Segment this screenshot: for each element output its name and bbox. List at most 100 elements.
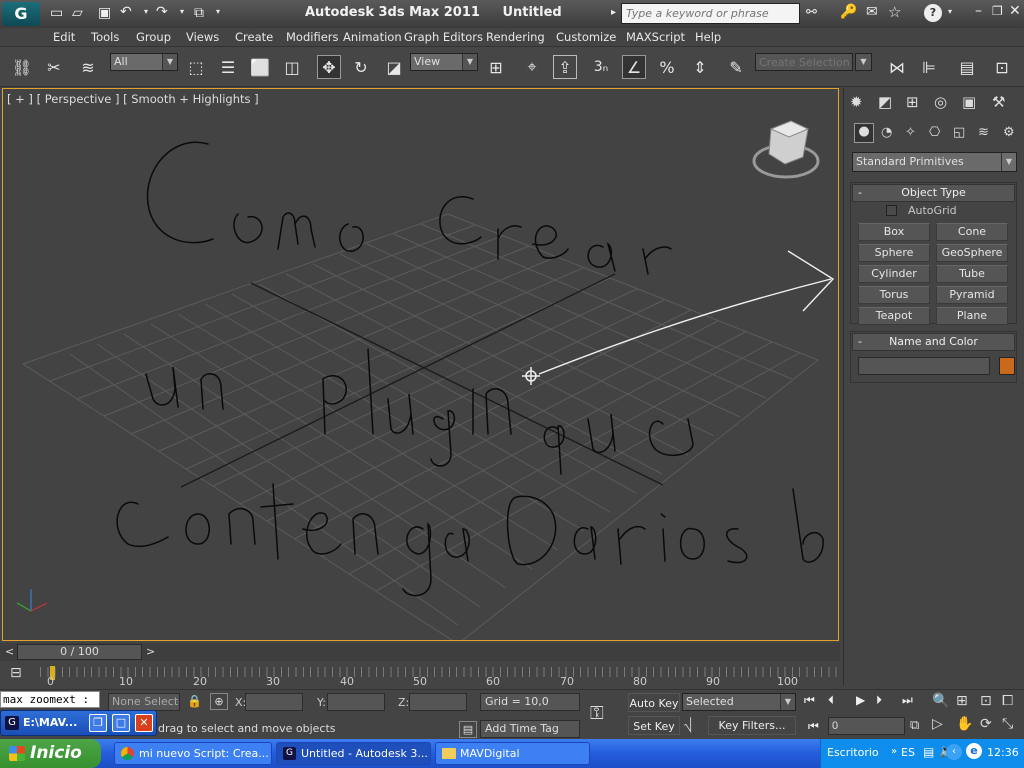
taskbar-item-3dsmax[interactable]: G Untitled - Autodesk 3... [276, 742, 431, 765]
ref-coord-dropdown[interactable]: View ▼ [410, 53, 478, 71]
go-to-start-icon[interactable]: ⏮ [804, 693, 815, 708]
modify-tab-icon[interactable]: ◩ [878, 93, 892, 111]
taskbar-item-chrome[interactable]: mi nuevo Script: Crea... [114, 742, 272, 765]
help-icon[interactable]: ? [924, 4, 942, 22]
y-coord-input[interactable] [327, 693, 385, 711]
new-file-icon[interactable]: ▭ [50, 5, 63, 21]
tray-expand-icon[interactable]: ‹ [946, 744, 962, 760]
pivot-icon[interactable]: ⊞ [484, 55, 508, 79]
motion-tab-icon[interactable]: ◎ [934, 93, 947, 111]
help-dropdown-icon[interactable]: ▾ [948, 7, 952, 16]
track-bar[interactable]: ⊟ 0 10 20 30 40 50 60 70 80 90 100 [0, 661, 840, 689]
search-input[interactable] [621, 3, 800, 24]
cameras-icon[interactable]: ⎔ [929, 125, 940, 140]
toolbar-expand-icon[interactable]: » [891, 746, 897, 757]
lights-icon[interactable]: ✧ [905, 125, 916, 140]
geosphere-button[interactable]: GeoSphere [936, 244, 1008, 262]
create-tab-icon[interactable]: ✹ [850, 93, 863, 111]
spinner-snap-icon[interactable]: ⇕ [688, 55, 712, 79]
space-warps-icon[interactable]: ≋ [978, 125, 989, 140]
scale-icon[interactable]: ◪ [382, 55, 406, 79]
pan-icon[interactable]: ✋ [956, 716, 973, 732]
language-indicator[interactable]: ES [901, 746, 915, 759]
systems-icon[interactable]: ⚙ [1003, 125, 1015, 140]
maximize-icon[interactable]: □ [112, 714, 130, 732]
menu-help[interactable]: Help [695, 29, 721, 46]
menu-modifiers[interactable]: Modifiers [286, 29, 339, 46]
mirror-icon[interactable]: ⋈ [885, 55, 909, 79]
x-coord-input[interactable] [245, 693, 303, 711]
shapes-icon[interactable]: ◔ [881, 125, 892, 140]
desktop-toolbar-label[interactable]: Escritorio [827, 746, 879, 759]
time-slider-next[interactable]: > [146, 645, 155, 658]
snap-toggle-icon[interactable]: 3ₙ [589, 55, 613, 79]
bind-space-warp-icon[interactable]: ≋ [76, 55, 100, 79]
undo-icon[interactable]: ↶ [120, 4, 132, 20]
qat-dropdown-icon[interactable]: ▾ [216, 7, 220, 16]
favorites-star-icon[interactable]: ☆ [888, 3, 901, 21]
set-key-button[interactable]: Set Key [628, 716, 680, 735]
sphere-button[interactable]: Sphere [858, 244, 930, 262]
keyboard-shortcut-icon[interactable]: ⇪ [553, 55, 577, 79]
mini-curve-editor-icon[interactable]: ⊟ [10, 665, 22, 681]
display-tab-icon[interactable]: ▣ [962, 93, 976, 111]
ie-icon[interactable]: e [966, 743, 982, 759]
lock-selection-icon[interactable]: 🔒 [187, 694, 202, 708]
curve-editor-icon[interactable]: ⊡ [990, 55, 1014, 79]
save-icon[interactable]: ▣ [98, 5, 111, 21]
menu-rendering[interactable]: Rendering [486, 29, 545, 46]
close-icon[interactable]: ✕ [1009, 3, 1021, 19]
zoom-icon[interactable]: 🔍 [932, 693, 949, 709]
menu-tools[interactable]: Tools [91, 29, 119, 46]
z-coord-input[interactable] [409, 693, 467, 711]
menu-group[interactable]: Group [136, 29, 171, 46]
play-icon[interactable]: ▶ [856, 693, 865, 707]
close-icon[interactable]: ✕ [135, 714, 153, 732]
select-by-name-icon[interactable]: ☰ [216, 55, 240, 79]
link-icon[interactable]: ⛓ [10, 55, 34, 79]
geometry-icon[interactable]: ● [854, 123, 874, 143]
menu-customize[interactable]: Customize [556, 29, 616, 46]
menu-views[interactable]: Views [186, 29, 219, 46]
time-slider-thumb[interactable]: 0 / 100 [17, 644, 142, 660]
set-key-mode-icon[interactable]: ⚿ [590, 703, 604, 724]
percent-snap-icon[interactable]: % [655, 55, 679, 79]
redo-dropdown-icon[interactable]: ▾ [180, 7, 184, 16]
autogrid-checkbox[interactable] [886, 205, 897, 216]
selection-filter-dropdown[interactable]: All ▼ [110, 53, 178, 71]
go-to-end-icon[interactable]: ⏭ [902, 693, 913, 708]
select-object-icon[interactable]: ⬚ [184, 55, 208, 79]
manipulate-icon[interactable]: ⌖ [520, 55, 544, 79]
pyramid-button[interactable]: Pyramid [936, 286, 1008, 304]
binoculars-icon[interactable]: ⚯ [806, 5, 817, 20]
rect-selection-icon[interactable]: ⬜ [248, 55, 272, 79]
open-file-icon[interactable]: ▱ [72, 5, 83, 21]
minimize-icon[interactable]: – [975, 3, 982, 19]
key-filters-button[interactable]: Key Filters... [708, 716, 796, 735]
communication-icon[interactable]: ✉ [866, 4, 878, 20]
menu-animation[interactable]: Animation [343, 29, 402, 46]
window-crossing-icon[interactable]: ◫ [280, 55, 304, 79]
restore-icon[interactable]: ❐ [89, 714, 107, 732]
infocenter-expand-icon[interactable]: ▸ [611, 7, 616, 18]
app-logo-icon[interactable]: G [2, 2, 40, 26]
plane-button[interactable]: Plane [936, 307, 1008, 325]
edit-named-selection-icon[interactable]: ✎ [724, 55, 748, 79]
redo-icon[interactable]: ↷ [156, 4, 168, 20]
time-tag-icon[interactable]: ▤ [459, 721, 477, 738]
absolute-mode-icon[interactable]: ⊕ [210, 693, 228, 710]
auto-key-button[interactable]: Auto Key [628, 693, 680, 712]
object-name-input[interactable] [858, 357, 990, 375]
network-icon[interactable]: ▤ [923, 745, 934, 759]
hierarchy-tab-icon[interactable]: ⊞ [906, 93, 919, 111]
align-icon[interactable]: ⊫ [917, 55, 941, 79]
next-frame-icon[interactable]: ⏵ [876, 693, 882, 708]
clock[interactable]: 12:36 [987, 746, 1019, 759]
default-tangent-icon[interactable]: ⎷ [684, 718, 692, 733]
key-mode-toggle-icon[interactable]: ⏮ [808, 719, 819, 734]
cone-button[interactable]: Cone [936, 223, 1008, 241]
restore-icon[interactable]: ❐ [992, 4, 1003, 18]
helpers-icon[interactable]: ◱ [953, 125, 965, 140]
menu-create[interactable]: Create [235, 29, 273, 46]
select-move-icon[interactable]: ✥ [317, 55, 341, 79]
